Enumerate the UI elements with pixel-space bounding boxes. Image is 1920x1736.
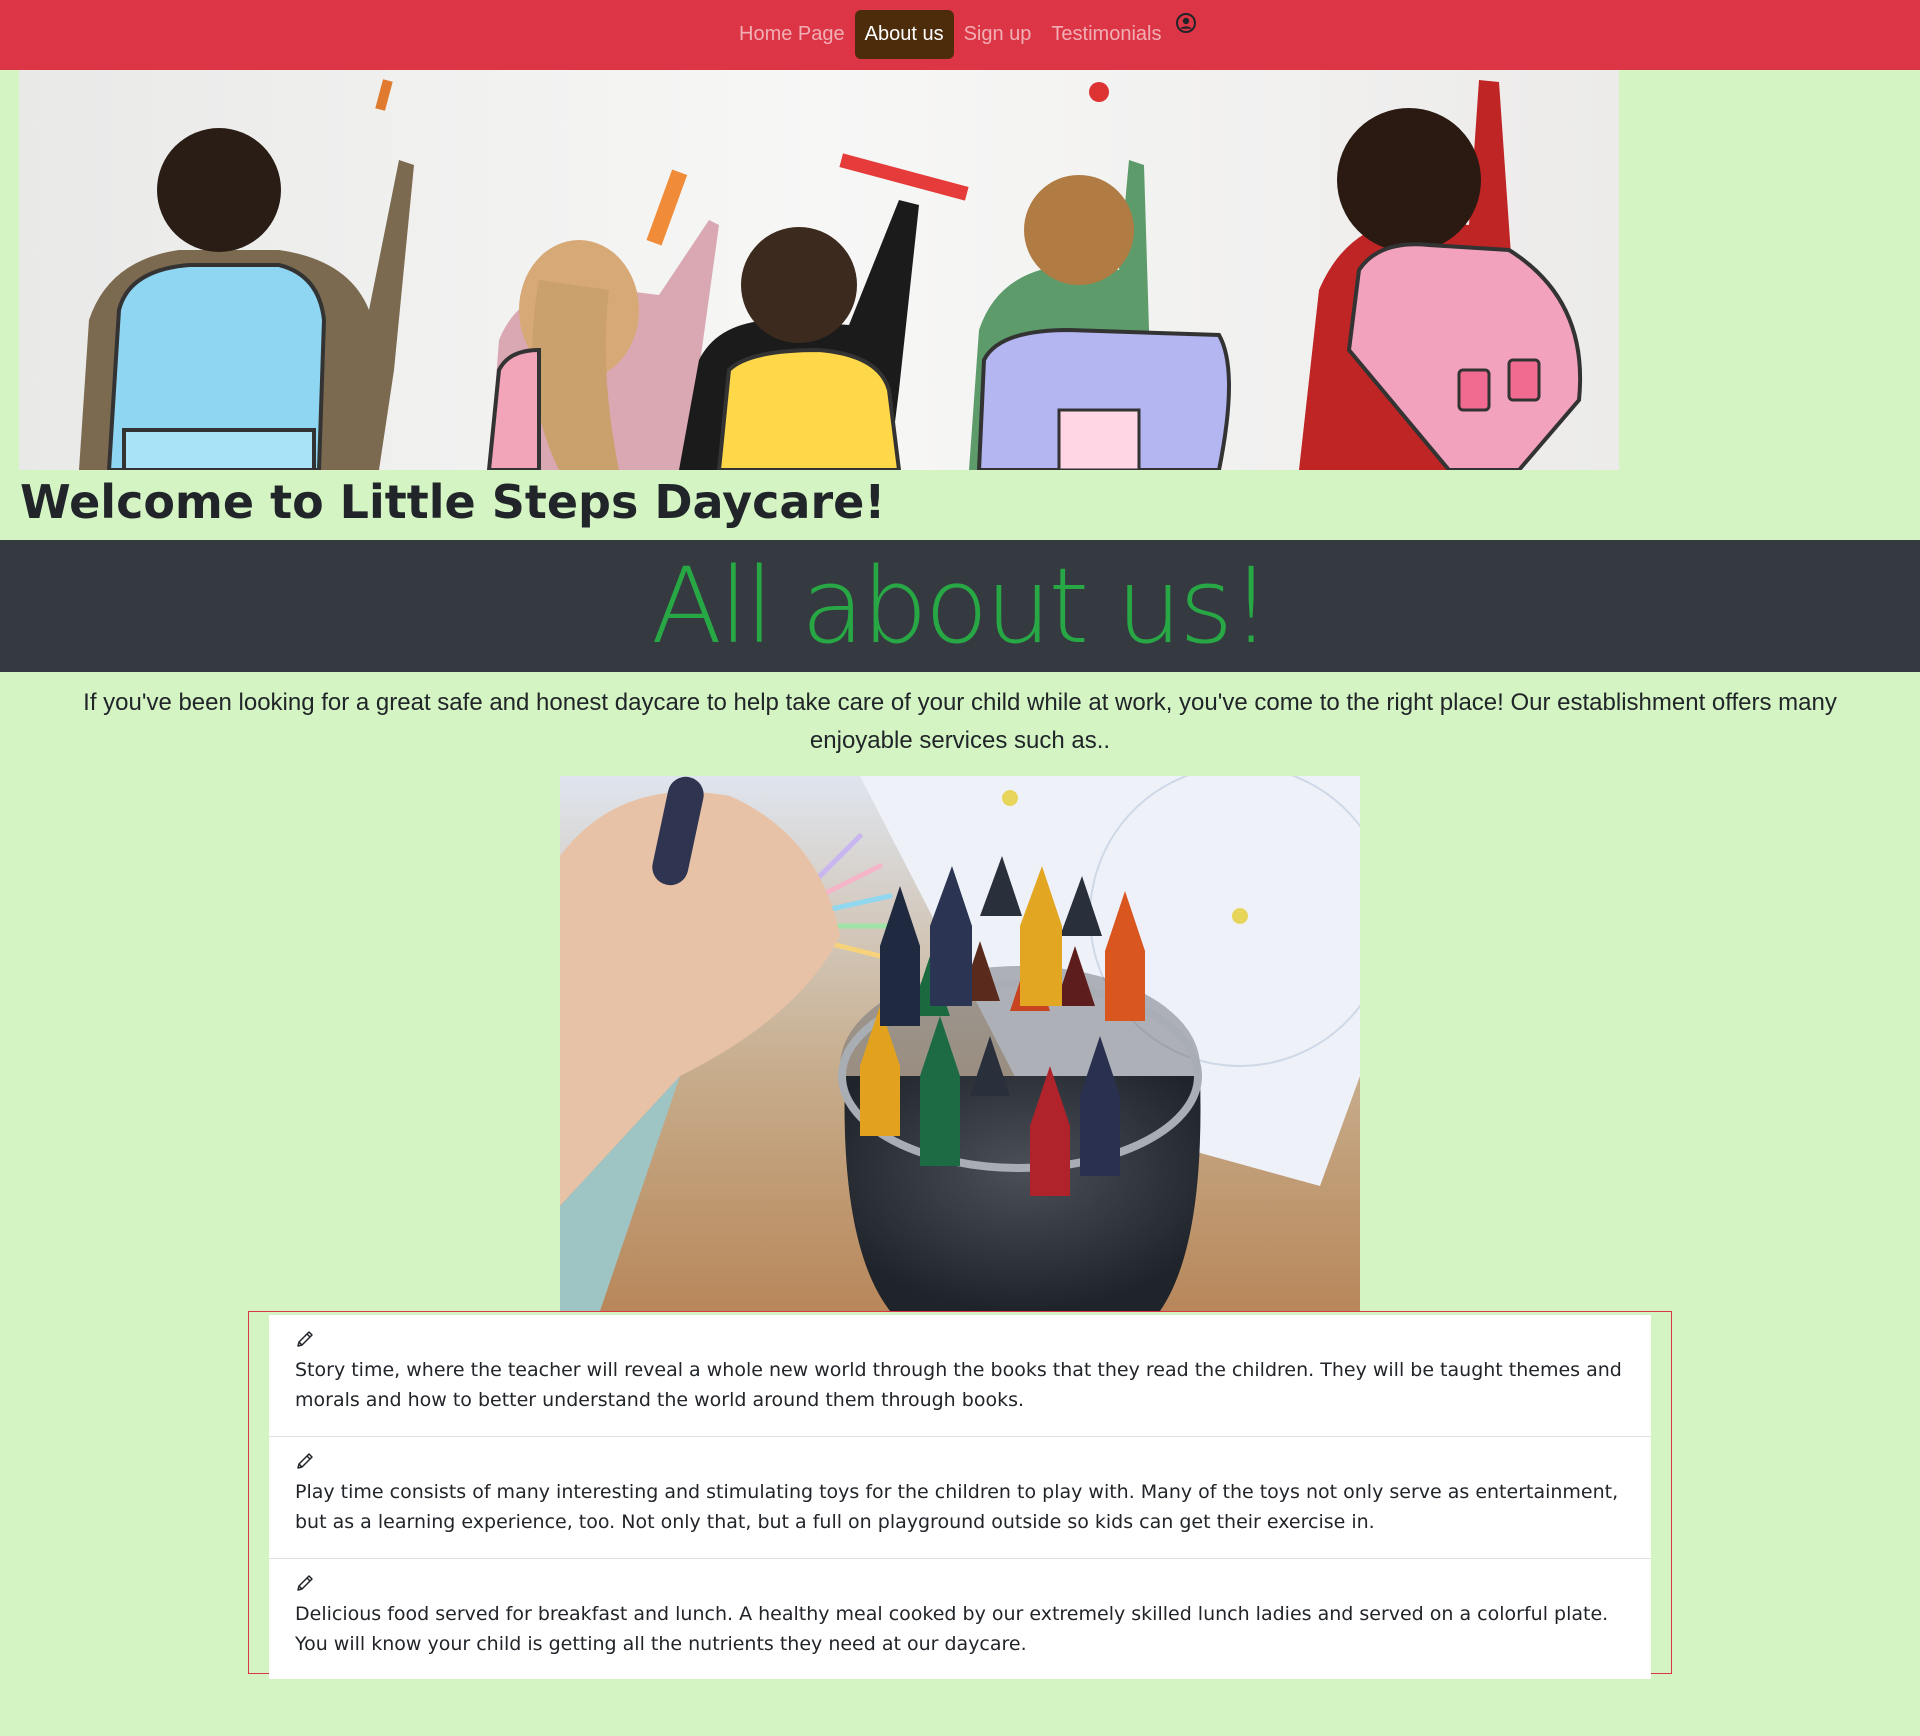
services-list-body: Story time, where the teacher will revea… [269, 1315, 1651, 1679]
service-item-story-time: Story time, where the teacher will revea… [269, 1315, 1651, 1437]
hero-image [19, 70, 1619, 470]
services-list: Story time, where the teacher will revea… [248, 1311, 1672, 1679]
service-text: Play time consists of many interesting a… [295, 1481, 1619, 1533]
service-text: Story time, where the teacher will revea… [295, 1359, 1622, 1411]
about-title: All about us! [651, 545, 1272, 667]
user-circle-icon[interactable] [1175, 12, 1197, 34]
nav-sign-up[interactable]: Sign up [954, 10, 1042, 59]
nav-home-page[interactable]: Home Page [729, 10, 855, 59]
nav-about-us[interactable]: About us [854, 10, 954, 59]
service-text: Delicious food served for breakfast and … [295, 1603, 1609, 1655]
children-drawing-illustration [19, 70, 1619, 470]
nav-testimonials[interactable]: Testimonials [1041, 10, 1171, 59]
nav-menu: Home Page About us Sign up Testimonials [729, 10, 1197, 59]
top-navbar: Home Page About us Sign up Testimonials [0, 0, 1920, 70]
crayon-jar-image [560, 776, 1360, 1311]
welcome-heading: Welcome to Little Steps Daycare! [20, 475, 886, 529]
service-item-food: Delicious food served for breakfast and … [269, 1559, 1651, 1679]
about-banner: All about us! [0, 540, 1920, 672]
pencil-icon [297, 1331, 313, 1347]
crayon-jar-illustration [560, 776, 1360, 1311]
pencil-icon [297, 1575, 313, 1591]
service-item-play-time: Play time consists of many interesting a… [269, 1437, 1651, 1559]
pencil-icon [297, 1453, 313, 1469]
about-intro-text: If you've been looking for a great safe … [83, 689, 1837, 754]
